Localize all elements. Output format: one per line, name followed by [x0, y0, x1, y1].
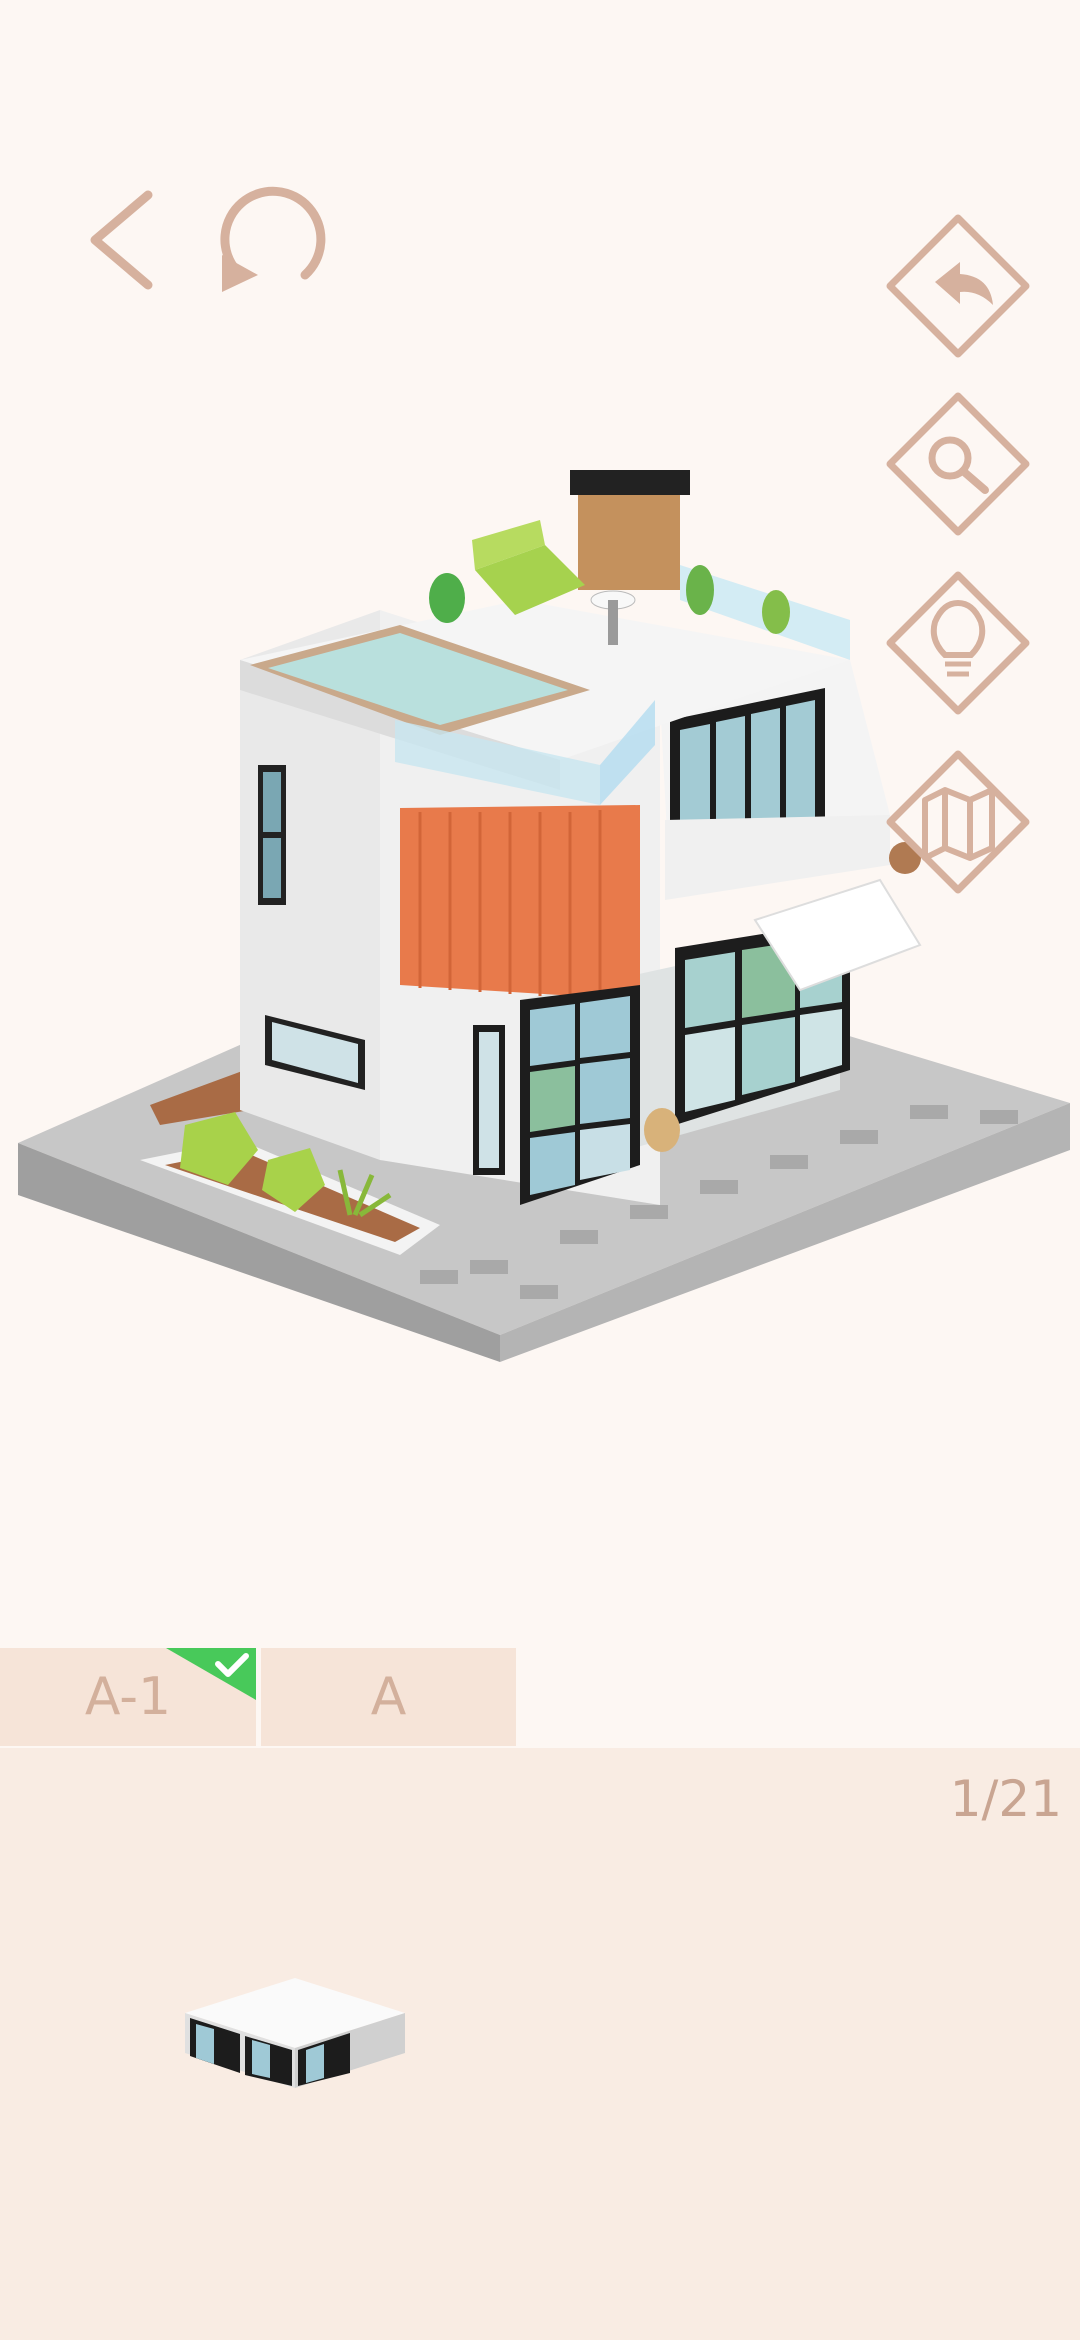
- tab-a[interactable]: A: [261, 1648, 516, 1746]
- back-button[interactable]: [90, 190, 153, 290]
- magnifier-icon: [928, 436, 989, 494]
- lightbulb-icon: [930, 599, 986, 677]
- undo-button[interactable]: [886, 214, 1030, 358]
- tab-a-label: A: [370, 1667, 407, 1727]
- undo-arrow-icon: [935, 262, 993, 305]
- piece-tray: 1/21: [0, 1748, 1080, 2340]
- piece-counter: 1/21: [949, 1770, 1062, 1828]
- rotate-icon: [220, 186, 326, 280]
- glass-room-piece[interactable]: [180, 1978, 405, 2088]
- chevron-left-icon: [90, 190, 153, 290]
- hint-button[interactable]: [886, 571, 1030, 715]
- house-model-scene[interactable]: [0, 0, 1080, 1640]
- tab-a-1-label: A-1: [84, 1667, 172, 1727]
- house-body: [240, 470, 922, 1205]
- level-tabs: A-1 A: [0, 1648, 1080, 1746]
- tab-a-1[interactable]: A-1: [0, 1648, 256, 1746]
- reset-button[interactable]: [220, 186, 326, 292]
- map-icon: [922, 787, 995, 861]
- check-badge-icon: [166, 1648, 256, 1700]
- zoom-button[interactable]: [886, 392, 1030, 536]
